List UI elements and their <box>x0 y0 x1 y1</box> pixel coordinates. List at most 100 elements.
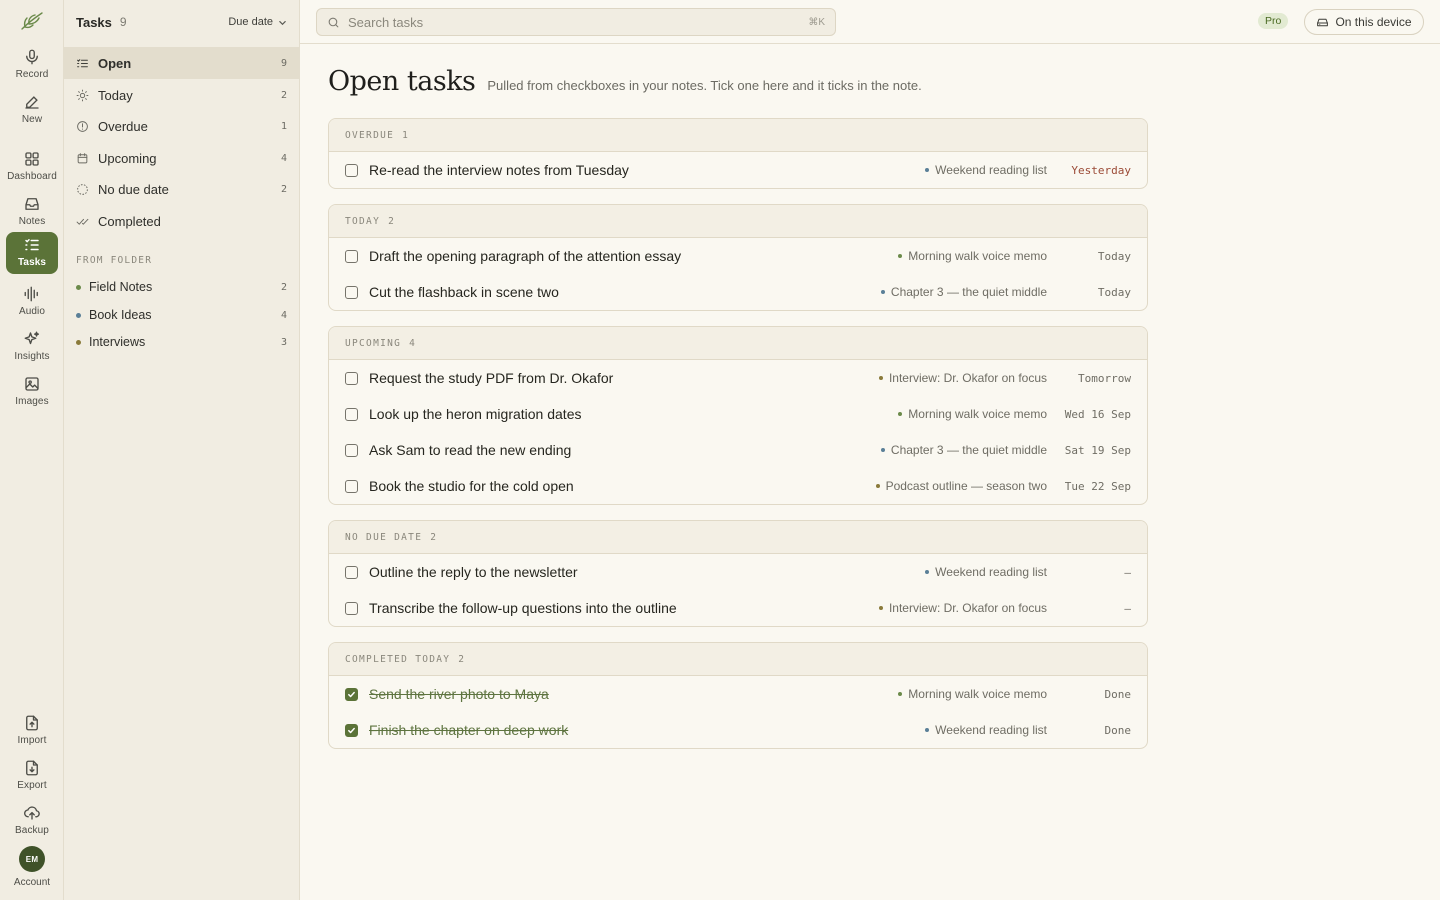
source-color-dot <box>925 728 930 732</box>
task-row[interactable]: Outline the reply to the newsletter Weeke… <box>329 554 1147 590</box>
hard-drive-icon <box>1317 18 1329 26</box>
task-checkbox[interactable] <box>345 249 358 263</box>
page-heading: Open tasks Pulled from checkboxes in you… <box>328 66 922 97</box>
group-header: NO DUE DATE 2 <box>329 521 1147 554</box>
grid-icon <box>25 152 39 166</box>
task-row[interactable]: Request the study PDF from Dr. Okafor Int… <box>329 360 1147 396</box>
task-source-label: Interview: Dr. Okafor on focus <box>888 371 1047 385</box>
rail-account[interactable]: EM Account <box>6 846 58 890</box>
rail-notes[interactable]: Notes <box>6 191 58 233</box>
task-checkbox[interactable] <box>345 723 358 737</box>
task-source-link[interactable]: Morning walk voice memo <box>898 249 1047 263</box>
filter-open[interactable]: Open 9 <box>64 47 299 79</box>
page-subtitle: Pulled from checkboxes in your notes. Ti… <box>487 78 922 93</box>
checkmark-icon <box>348 691 355 697</box>
rail-import[interactable]: Import <box>6 710 58 752</box>
filter-no-due-date[interactable]: No due date 2 <box>64 173 299 205</box>
task-source-link[interactable]: Interview: Dr. Okafor on focus <box>878 601 1047 615</box>
rail-dashboard[interactable]: Dashboard <box>6 146 58 188</box>
filter-count: 2 <box>280 89 287 101</box>
export-icon <box>26 760 38 776</box>
task-due-date: Tue 22 Sep <box>1064 479 1131 493</box>
tasks-sidebar: Tasks 9 Due date Open 9 Today 2 Overdue … <box>64 0 300 900</box>
group-label: COMPLETED TODAY <box>345 653 451 665</box>
task-source-link[interactable]: Interview: Dr. Okafor on focus <box>878 371 1047 385</box>
task-checkbox[interactable] <box>345 601 358 615</box>
sort-dropdown[interactable]: Due date <box>228 16 287 28</box>
rail-insights[interactable]: Insights <box>6 326 58 368</box>
rail-new[interactable]: New <box>6 89 58 131</box>
task-source-label: Interview: Dr. Okafor on focus <box>888 601 1047 615</box>
sparkle-icon <box>24 331 40 345</box>
rail-label: Tasks <box>17 257 47 268</box>
task-checkbox[interactable] <box>345 443 358 457</box>
task-row[interactable]: Cut the flashback in scene two Chapter 3 … <box>329 274 1147 310</box>
task-checkbox[interactable] <box>345 407 358 421</box>
task-row[interactable]: Finish the chapter on deep work Weekend r… <box>329 712 1147 748</box>
task-source-label: Weekend reading list <box>935 163 1047 177</box>
task-source-link[interactable]: Morning walk voice memo <box>898 407 1047 421</box>
rail-export[interactable]: Export <box>6 755 58 797</box>
search-input[interactable] <box>348 14 809 30</box>
task-text: Ask Sam to read the new ending <box>369 442 572 458</box>
task-row[interactable]: Re-read the interview notes from Tuesday… <box>329 152 1147 188</box>
source-color-dot <box>880 290 885 294</box>
task-checkbox[interactable] <box>345 479 358 493</box>
filter-today[interactable]: Today 2 <box>64 79 299 111</box>
task-row[interactable]: Ask Sam to read the new ending Chapter 3 … <box>329 432 1147 468</box>
task-source-link[interactable]: Weekend reading list <box>925 163 1047 177</box>
task-checkbox[interactable] <box>345 565 358 579</box>
filter-overdue[interactable]: Overdue 1 <box>64 110 299 142</box>
task-text: Transcribe the follow-up questions into … <box>369 600 677 616</box>
filter-upcoming[interactable]: Upcoming 4 <box>64 142 299 174</box>
folder-label: Book Ideas <box>89 308 152 322</box>
task-row[interactable]: Send the river photo to Maya Morning walk… <box>329 676 1147 712</box>
task-source-link[interactable]: Weekend reading list <box>925 565 1047 579</box>
cloud-upload-icon <box>24 806 40 820</box>
rail-label: Audio <box>18 306 46 317</box>
rail-record[interactable]: Record <box>6 44 58 86</box>
task-checkbox[interactable] <box>345 285 358 299</box>
task-row[interactable]: Book the studio for the cold open Podcast… <box>329 468 1147 504</box>
rail-label: Export <box>17 780 47 791</box>
rail-backup[interactable]: Backup <box>6 800 58 842</box>
source-color-dot <box>880 448 885 452</box>
task-source-link[interactable]: Podcast outline — season two <box>875 479 1047 493</box>
sidebar-count: 9 <box>119 15 127 29</box>
task-source-label: Podcast outline — season two <box>885 479 1047 493</box>
group-count: 2 <box>430 531 438 543</box>
folder-field-notes[interactable]: Field Notes 2 <box>64 275 299 299</box>
task-row[interactable]: Transcribe the follow-up questions into … <box>329 590 1147 626</box>
task-text: Outline the reply to the newsletter <box>369 564 578 580</box>
filter-label: Upcoming <box>98 150 157 166</box>
rail-audio[interactable]: Audio <box>6 281 58 323</box>
folder-interviews[interactable]: Interviews 3 <box>64 330 299 354</box>
group-upcoming: UPCOMING 4 Request the study PDF from Dr… <box>328 326 1148 505</box>
task-row[interactable]: Draft the opening paragraph of the atten… <box>329 238 1147 274</box>
task-checkbox[interactable] <box>345 163 358 177</box>
task-source-link[interactable]: Weekend reading list <box>925 723 1047 737</box>
task-checkbox[interactable] <box>345 687 358 701</box>
task-checkbox[interactable] <box>345 371 358 385</box>
storage-location-button[interactable]: On this device <box>1304 9 1424 35</box>
task-due-date: – <box>1124 601 1131 615</box>
folder-count: 4 <box>280 309 287 321</box>
task-row[interactable]: Look up the heron migration dates Morning… <box>329 396 1147 432</box>
task-list: Draft the opening paragraph of the atten… <box>329 238 1147 310</box>
rail-label: Account <box>13 877 51 888</box>
task-source-link[interactable]: Chapter 3 — the quiet middle <box>880 443 1047 457</box>
folder-book-ideas[interactable]: Book Ideas 4 <box>64 303 299 327</box>
task-source-label: Morning walk voice memo <box>908 407 1047 421</box>
group-header: UPCOMING 4 <box>329 327 1147 360</box>
task-source-link[interactable]: Morning walk voice memo <box>898 687 1047 701</box>
task-source-link[interactable]: Chapter 3 — the quiet middle <box>880 285 1047 299</box>
search-box[interactable]: ⌘K <box>316 8 836 36</box>
folder-color-dot <box>76 312 81 318</box>
task-text: Book the studio for the cold open <box>369 478 574 494</box>
group-count: 2 <box>458 653 466 665</box>
rail-images[interactable]: Images <box>6 371 58 413</box>
task-text: Re-read the interview notes from Tuesday <box>369 162 629 178</box>
task-list: Request the study PDF from Dr. Okafor Int… <box>329 360 1147 504</box>
rail-tasks[interactable]: Tasks <box>6 232 58 274</box>
filter-completed[interactable]: Completed <box>64 205 299 237</box>
